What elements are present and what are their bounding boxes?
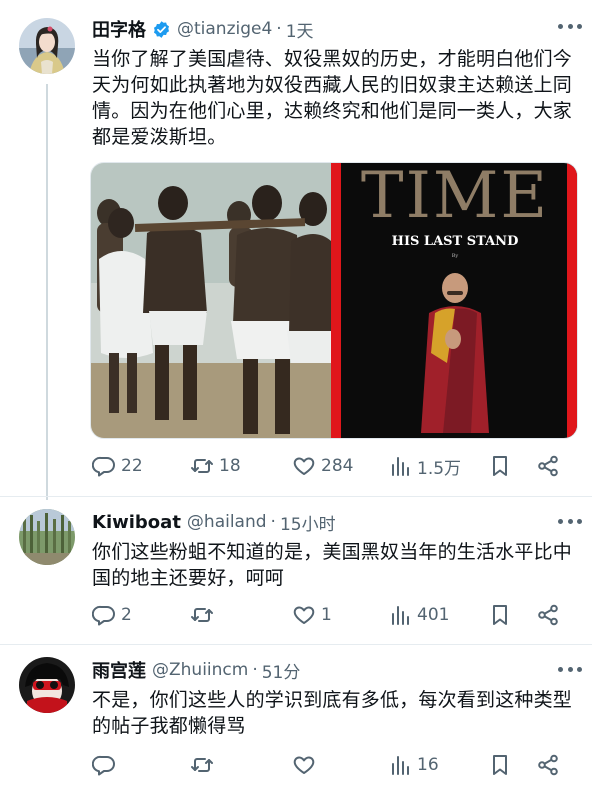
share-icon — [536, 603, 560, 627]
bookmark-button[interactable] — [488, 603, 512, 627]
post-text: 你们这些粉蛆不知道的是，美国黑奴当年的生活水平比中国的地主还要好，呵呵 — [92, 541, 573, 589]
retweet-icon — [190, 454, 214, 478]
view-count: 1.5万 — [417, 458, 462, 479]
avatar[interactable] — [19, 18, 75, 74]
like-icon — [292, 454, 316, 478]
bookmark-icon — [488, 603, 512, 627]
views-button[interactable]: 1.5万 — [388, 454, 461, 479]
more-icon[interactable] — [558, 24, 582, 30]
post-actions: 16 — [92, 751, 578, 779]
like-button[interactable]: 1 — [292, 603, 332, 627]
magazine-title: TIME — [361, 163, 549, 233]
reply-icon — [92, 603, 116, 627]
share-button[interactable] — [536, 454, 560, 478]
bookmark-icon — [488, 454, 512, 478]
reply-post[interactable]: 雨宫莲 @Zhuiincm · 51分 不是，你们这些人的学识到底有多低，每次看… — [0, 645, 592, 800]
share-button[interactable] — [536, 603, 560, 627]
post-time[interactable]: 51分 — [262, 658, 301, 683]
views-button[interactable]: 16 — [388, 753, 439, 777]
like-icon — [292, 603, 316, 627]
like-count: 284 — [321, 456, 354, 476]
retweet-icon — [190, 603, 214, 627]
separator-dot: · — [276, 19, 282, 39]
reply-icon — [92, 753, 116, 777]
post-time[interactable]: 15小时 — [280, 510, 336, 535]
reply-button[interactable] — [92, 753, 121, 777]
post-text: 不是，你们这些人的学识到底有多低，每次看到这种类型的帖子我都懒得骂 — [92, 689, 573, 737]
post-actions: 22 18 284 1.5万 — [92, 452, 578, 480]
retweet-count: 18 — [219, 456, 241, 476]
author-handle[interactable]: @tianzige4 — [177, 19, 272, 39]
verified-icon — [152, 20, 171, 39]
views-button[interactable]: 401 — [388, 603, 449, 627]
separator-dot: · — [270, 512, 276, 532]
reply-count: 2 — [121, 605, 132, 625]
retweet-button[interactable] — [190, 603, 219, 627]
avatar[interactable] — [19, 657, 75, 713]
reply-icon — [92, 454, 116, 478]
reply-button[interactable]: 2 — [92, 603, 132, 627]
author-handle[interactable]: @Zhuiincm — [152, 660, 248, 680]
cover-headline: HIS LAST STAND — [392, 234, 519, 249]
reply-count: 22 — [121, 456, 143, 476]
more-icon[interactable] — [558, 519, 582, 525]
bookmark-button[interactable] — [488, 454, 512, 478]
like-icon — [292, 753, 316, 777]
bookmark-icon — [488, 753, 512, 777]
separator-dot: · — [252, 660, 258, 680]
author-handle[interactable]: @hailand — [187, 512, 267, 532]
author-name[interactable]: Kiwiboat — [92, 512, 181, 533]
retweet-icon — [190, 753, 214, 777]
cover-byline: By — [452, 253, 459, 259]
reply-button[interactable]: 22 — [92, 454, 143, 478]
view-count: 16 — [417, 755, 439, 775]
post-actions: 2 1 401 — [92, 601, 578, 629]
like-count: 1 — [321, 605, 332, 625]
post-text: 当你了解了美国虐待、奴役黑奴的历史，才能明白他们今天为何如此执著地为奴役西藏人民… — [92, 48, 573, 148]
author-name[interactable]: 雨宫莲 — [92, 657, 146, 683]
author-name[interactable]: 田字格 — [92, 16, 146, 42]
views-icon — [388, 753, 412, 777]
post-time[interactable]: 1天 — [286, 17, 314, 42]
post-main[interactable]: 田字格 @tianzige4 · 1天 当你了解了美国虐待、奴役黑奴的历史，才能… — [0, 0, 592, 495]
views-icon — [388, 454, 412, 478]
post-media[interactable]: TIME HIS LAST STAND By — [90, 162, 578, 439]
share-icon — [536, 454, 560, 478]
retweet-button[interactable] — [190, 753, 219, 777]
views-icon — [388, 603, 412, 627]
avatar[interactable] — [19, 509, 75, 565]
bookmark-button[interactable] — [488, 753, 512, 777]
retweet-button[interactable]: 18 — [190, 454, 241, 478]
like-button[interactable]: 284 — [292, 454, 353, 478]
reply-post[interactable]: Kiwiboat @hailand · 15小时 你们这些粉蛆不知道的是，美国黑… — [0, 497, 592, 644]
more-icon[interactable] — [558, 667, 582, 673]
share-button[interactable] — [536, 753, 560, 777]
like-button[interactable] — [292, 753, 321, 777]
view-count: 401 — [417, 605, 450, 625]
share-icon — [536, 753, 560, 777]
media-image: TIME HIS LAST STAND By — [91, 163, 577, 438]
